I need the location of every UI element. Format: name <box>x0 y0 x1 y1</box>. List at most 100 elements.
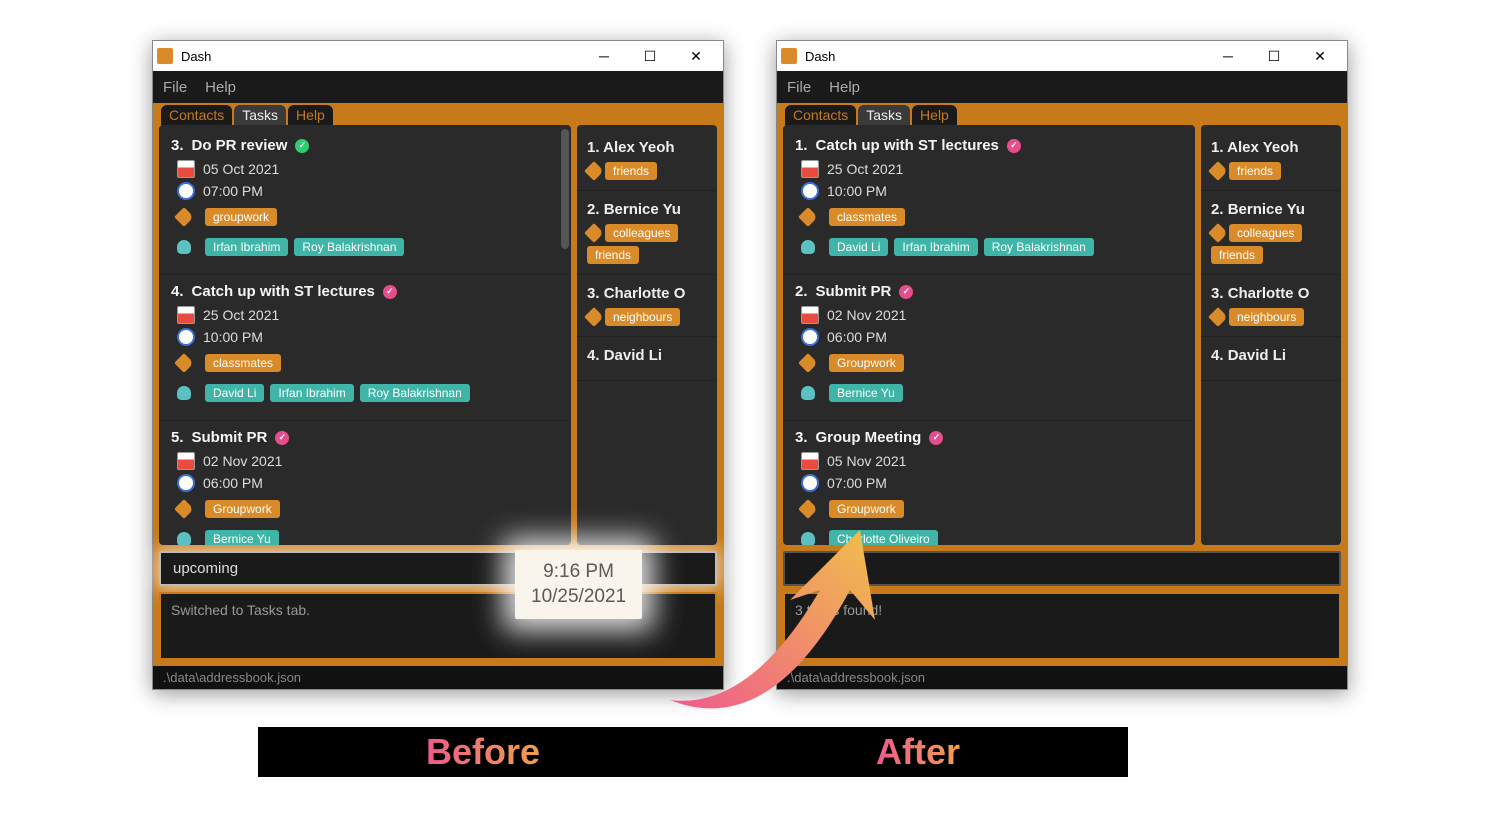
contact-item[interactable]: 3. Charlotte O neighbours <box>1201 275 1341 337</box>
task-person: David Li <box>205 384 264 402</box>
task-item[interactable]: 1. Catch up with ST lectures ✓ 25 Oct 20… <box>783 129 1195 275</box>
tab-contacts[interactable]: Contacts <box>785 105 856 125</box>
task-person: Bernice Yu <box>205 530 279 545</box>
contact-tag: friends <box>605 162 657 180</box>
contact-item[interactable]: 1. Alex Yeoh friends <box>577 129 717 191</box>
contact-tag: colleagues <box>605 224 678 242</box>
task-num: 1. <box>795 137 808 154</box>
check-icon: ✓ <box>929 431 943 445</box>
task-title-text: Submit PR <box>816 283 892 300</box>
task-title-text: Catch up with ST lectures <box>192 283 375 300</box>
contacts-panel: 1. Alex Yeoh friends 2. Bernice Yu colle… <box>577 125 717 545</box>
task-tag: classmates <box>205 354 281 372</box>
task-item[interactable]: 3. Group Meeting ✓ 05 Nov 2021 07:00 PM … <box>783 421 1195 545</box>
clock-icon <box>177 474 195 492</box>
contact-tag: friends <box>1229 162 1281 180</box>
check-icon: ✓ <box>1007 139 1021 153</box>
window-title: Dash <box>181 49 211 64</box>
task-person: Irfan Ibrahim <box>270 384 353 402</box>
clock-time: 9:16 PM <box>531 560 626 585</box>
check-icon: ✓ <box>295 139 309 153</box>
footer-path: .\data\addressbook.json <box>777 666 1347 689</box>
tag-icon <box>174 207 194 227</box>
contact-item[interactable]: 4. David Li <box>577 337 717 381</box>
tag-icon <box>1208 161 1228 181</box>
maximize-button[interactable]: ☐ <box>1251 41 1297 71</box>
menu-file[interactable]: File <box>163 79 187 96</box>
task-item[interactable]: 5. Submit PR ✓ 02 Nov 2021 06:00 PM Grou… <box>159 421 571 545</box>
task-person: Roy Balakrishnan <box>294 238 404 256</box>
maximize-button[interactable]: ☐ <box>627 41 673 71</box>
task-person: David Li <box>829 238 888 256</box>
window-title: Dash <box>805 49 835 64</box>
check-icon: ✓ <box>899 285 913 299</box>
contact-item[interactable]: 2. Bernice Yu colleaguesfriends <box>577 191 717 275</box>
task-tag: Groupwork <box>829 500 904 518</box>
tag-icon <box>798 353 818 373</box>
command-input[interactable] <box>795 559 1333 578</box>
clock-icon <box>177 182 195 200</box>
tag-icon <box>174 499 194 519</box>
menubar: File Help <box>777 71 1347 103</box>
tab-tasks[interactable]: Tasks <box>234 105 286 125</box>
tag-icon <box>584 161 604 181</box>
person-icon <box>801 386 815 400</box>
contact-item[interactable]: 2. Bernice Yu colleaguesfriends <box>1201 191 1341 275</box>
command-input-container <box>783 551 1341 586</box>
task-time: 10:00 PM <box>203 329 263 345</box>
contact-tag: neighbours <box>1229 308 1304 326</box>
app-icon <box>157 48 173 64</box>
clock-icon <box>801 474 819 492</box>
clock-popup: 9:16 PM 10/25/2021 <box>515 550 642 619</box>
minimize-button[interactable]: ─ <box>581 41 627 71</box>
person-icon <box>801 240 815 254</box>
tag-icon <box>584 223 604 243</box>
menu-file[interactable]: File <box>787 79 811 96</box>
tag-icon <box>798 499 818 519</box>
tag-icon <box>798 207 818 227</box>
tab-tasks[interactable]: Tasks <box>858 105 910 125</box>
close-button[interactable]: ✕ <box>673 41 719 71</box>
task-item[interactable]: 3. Do PR review ✓ 05 Oct 2021 07:00 PM g… <box>159 129 571 275</box>
contact-item[interactable]: 4. David Li <box>1201 337 1341 381</box>
task-num: 3. <box>171 137 184 154</box>
task-num: 5. <box>171 429 184 446</box>
tag-icon <box>584 307 604 327</box>
tab-help[interactable]: Help <box>288 105 333 125</box>
task-title-text: Group Meeting <box>816 429 922 446</box>
task-title-text: Submit PR <box>192 429 268 446</box>
tab-help[interactable]: Help <box>912 105 957 125</box>
contact-item[interactable]: 1. Alex Yeoh friends <box>1201 129 1341 191</box>
tag-icon <box>1208 223 1228 243</box>
close-button[interactable]: ✕ <box>1297 41 1343 71</box>
scrollbar[interactable] <box>561 129 569 249</box>
task-num: 2. <box>795 283 808 300</box>
label-before: Before <box>426 731 540 773</box>
tab-contacts[interactable]: Contacts <box>161 105 232 125</box>
task-time: 06:00 PM <box>203 475 263 491</box>
task-person: Bernice Yu <box>829 384 903 402</box>
minimize-button[interactable]: ─ <box>1205 41 1251 71</box>
window-after: Dash ─ ☐ ✕ File Help Contacts Tasks Help… <box>776 40 1348 690</box>
menubar: File Help <box>153 71 723 103</box>
task-item[interactable]: 2. Submit PR ✓ 02 Nov 2021 06:00 PM Grou… <box>783 275 1195 421</box>
task-tag: Groupwork <box>829 354 904 372</box>
task-num: 3. <box>795 429 808 446</box>
clock-icon <box>801 328 819 346</box>
task-person: Roy Balakrishnan <box>360 384 470 402</box>
menu-help[interactable]: Help <box>829 79 860 96</box>
tasks-panel: 3. Do PR review ✓ 05 Oct 2021 07:00 PM g… <box>159 125 571 545</box>
task-time: 07:00 PM <box>827 475 887 491</box>
task-tag: classmates <box>829 208 905 226</box>
tabbar: Contacts Tasks Help <box>159 103 717 125</box>
task-item[interactable]: 4. Catch up with ST lectures ✓ 25 Oct 20… <box>159 275 571 421</box>
contact-item[interactable]: 3. Charlotte O neighbours <box>577 275 717 337</box>
task-person: Charlotte Oliveiro <box>829 530 938 545</box>
task-date: 25 Oct 2021 <box>203 307 279 323</box>
contact-tag: friends <box>587 246 639 264</box>
check-icon: ✓ <box>275 431 289 445</box>
tag-icon <box>174 353 194 373</box>
task-person: Irfan Ibrahim <box>205 238 288 256</box>
menu-help[interactable]: Help <box>205 79 236 96</box>
app-body: Contacts Tasks Help 1. Catch up with ST … <box>777 103 1347 666</box>
